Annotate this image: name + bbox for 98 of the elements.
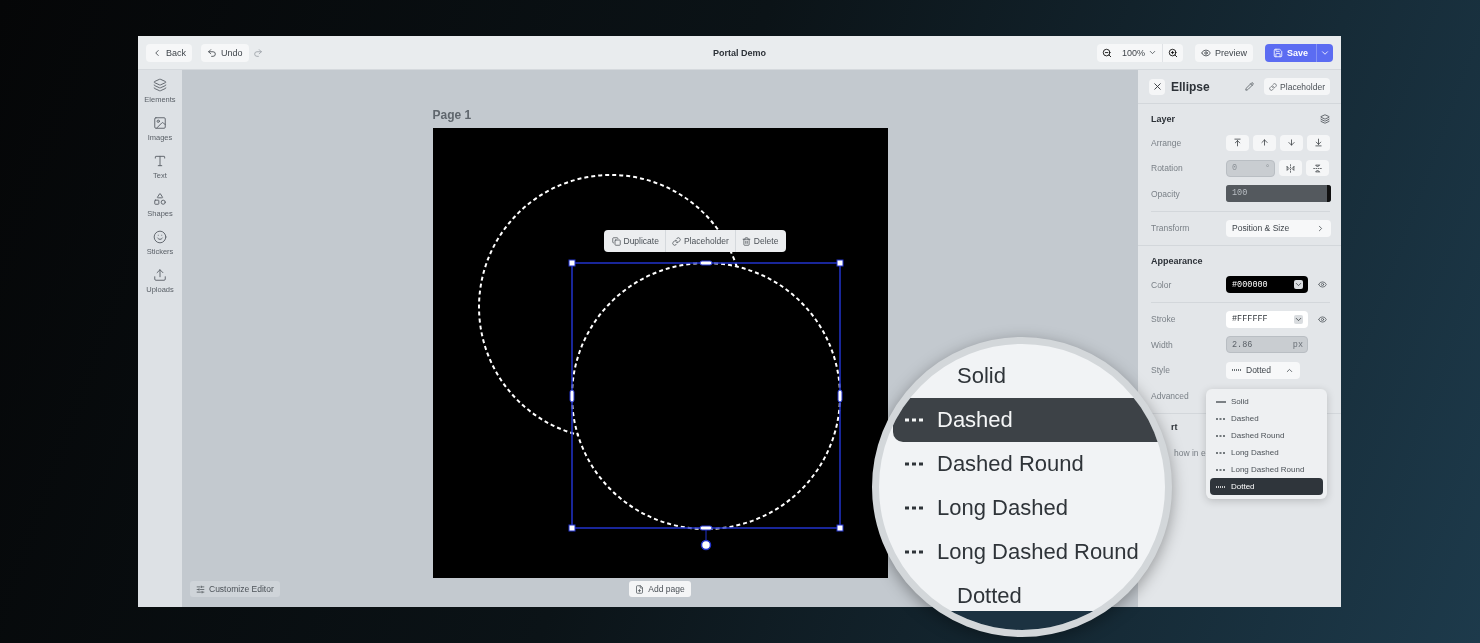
section-heading: Appearance — [1151, 256, 1203, 266]
resize-handle[interactable] — [568, 524, 575, 532]
resize-handle[interactable] — [836, 259, 843, 267]
sliders-icon — [196, 584, 205, 594]
undo-button[interactable]: Undo — [201, 43, 249, 62]
line-style-icon — [905, 548, 925, 556]
arrow-icon — [1314, 138, 1323, 148]
menu-item[interactable]: Dotted — [1210, 478, 1323, 495]
dashed-arc[interactable] — [477, 174, 738, 436]
trash-icon — [741, 236, 751, 246]
shapes-icon — [153, 192, 167, 206]
link-icon — [671, 236, 681, 246]
row-label: Transform — [1151, 223, 1191, 234]
color-field[interactable]: #000000 — [1226, 276, 1308, 294]
row-label: Style — [1151, 365, 1171, 376]
save-options-button[interactable] — [1316, 43, 1333, 62]
add-page-icon — [635, 584, 645, 594]
layers-icon[interactable] — [1320, 114, 1330, 124]
zoom-in-icon[interactable] — [1167, 47, 1178, 58]
placeholder-button[interactable]: Placeholder — [1264, 78, 1330, 95]
chevron-icon — [1316, 223, 1325, 233]
menu-item[interactable]: Long Dashed — [1210, 444, 1323, 461]
save-button[interactable]: Save — [1264, 43, 1316, 62]
eye-icon[interactable] — [1318, 280, 1327, 290]
flip-button[interactable] — [1306, 160, 1329, 177]
eye-icon[interactable] — [1318, 314, 1327, 324]
zoom-dropdown[interactable]: 100% — [1116, 43, 1163, 62]
row-label: Color — [1151, 279, 1173, 290]
row-label: how in e — [1174, 446, 1206, 460]
flip-horizontal-icon — [1286, 163, 1295, 173]
flip-button[interactable] — [1279, 160, 1302, 177]
row-label: Opacity — [1151, 188, 1181, 199]
smiley-icon — [153, 230, 167, 244]
menu-item[interactable]: Dashed Round — [1210, 427, 1323, 444]
close-button[interactable] — [1149, 78, 1165, 95]
close-icon — [1151, 81, 1163, 92]
line-style-icon — [1216, 450, 1226, 455]
menu-item[interactable]: Solid — [1210, 393, 1323, 410]
resize-handle[interactable] — [569, 389, 574, 403]
line-style-icon — [1216, 467, 1226, 472]
flip-vertical-icon — [1313, 163, 1322, 173]
line-style-icon — [905, 460, 925, 468]
menu-item[interactable]: Dashed — [1210, 410, 1323, 427]
opacity-slider[interactable]: 100 — [1226, 185, 1331, 203]
section-heading: rt — [1171, 420, 1178, 434]
element-title: Ellipse — [1171, 79, 1211, 94]
line-style-icon — [1216, 433, 1226, 438]
line-style-icon — [1216, 416, 1226, 421]
pencil-icon[interactable] — [1245, 82, 1255, 91]
menu-item[interactable]: Long Dashed Round — [1210, 461, 1323, 478]
stroke-field[interactable]: #FFFFFF — [1226, 310, 1308, 328]
row-label: Advanced — [1151, 390, 1190, 401]
zoom-out-icon[interactable] — [1101, 47, 1112, 58]
image-icon — [153, 116, 167, 130]
toolbar-button[interactable]: Delete — [734, 230, 785, 252]
resize-handle[interactable] — [699, 260, 712, 266]
line-style-icon — [905, 504, 925, 512]
link-icon — [1269, 82, 1278, 91]
copy-icon — [611, 236, 621, 246]
resize-handle[interactable] — [568, 259, 575, 267]
preview-button[interactable]: Preview — [1194, 43, 1253, 62]
resize-handle[interactable] — [699, 525, 712, 531]
arrange-button[interactable] — [1253, 134, 1276, 151]
row-label: Rotation — [1151, 163, 1184, 174]
undo-icon — [207, 47, 217, 58]
resize-handle[interactable] — [836, 524, 843, 532]
toolbar-button[interactable]: Placeholder — [664, 230, 735, 252]
arrange-button[interactable] — [1226, 134, 1249, 151]
section-heading: Layer — [1151, 114, 1176, 124]
style-dropdown[interactable]: Dotted — [1226, 361, 1300, 379]
arrow-icon — [1287, 138, 1296, 148]
layers-icon — [153, 78, 167, 92]
line-style-icon — [1232, 368, 1242, 373]
line-style-icon — [1216, 484, 1226, 489]
row-label: Arrange — [1151, 137, 1183, 148]
save-icon — [1272, 47, 1283, 58]
line-style-icon — [1216, 399, 1226, 404]
document-title: Portal Demo — [713, 47, 766, 58]
arrange-button[interactable] — [1307, 134, 1330, 151]
width-field[interactable]: 2.86 px — [1226, 336, 1308, 354]
back-icon — [152, 47, 162, 58]
arrow-icon — [1260, 138, 1269, 148]
line-style-icon — [905, 416, 925, 424]
customize-editor-button[interactable]: Customize Editor — [190, 581, 280, 597]
page-label: Page 1 — [432, 108, 473, 122]
row-label: Width — [1151, 339, 1174, 350]
upload-icon — [153, 268, 167, 282]
add-page-button[interactable]: Add page — [629, 581, 691, 597]
caret-icon — [1147, 48, 1157, 57]
back-button[interactable]: Back — [146, 43, 192, 62]
resize-handle[interactable] — [837, 389, 842, 403]
row-label: Stroke — [1151, 314, 1177, 325]
arrow-icon — [1233, 138, 1242, 148]
transform-button[interactable]: Position & Size — [1226, 219, 1331, 237]
toolbar-button[interactable]: Duplicate — [605, 230, 665, 252]
arrange-button[interactable] — [1280, 134, 1303, 151]
text-icon — [153, 154, 167, 168]
eye-icon — [1200, 47, 1211, 58]
